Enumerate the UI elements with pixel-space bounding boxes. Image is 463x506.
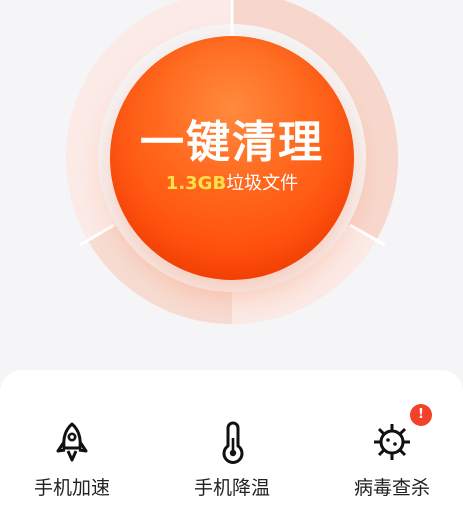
virus-icon	[374, 424, 410, 460]
junk-summary: 1.3GB垃圾文件	[110, 172, 354, 196]
rocket-icon	[56, 422, 88, 462]
cleaner-hero: 一键清理 1.3GB垃圾文件	[0, 0, 463, 370]
notification-badge: !	[410, 404, 432, 426]
thermometer-icon	[222, 421, 244, 464]
clean-action-label: 一键清理	[140, 117, 324, 168]
tool-label: 手机加速	[33, 477, 110, 499]
junk-size: 1.3GB	[165, 173, 227, 194]
tool-phone-boost[interactable]: 手机加速	[2, 420, 142, 500]
junk-label: 垃圾文件	[226, 173, 299, 194]
tool-label: 病毒查杀	[353, 477, 430, 499]
tool-virus-scan[interactable]: ! 病毒查杀	[322, 404, 462, 500]
tools-panel: 手机加速 手机降温 ! 病毒查杀	[0, 370, 463, 506]
tool-phone-cooling[interactable]: 手机降温	[162, 420, 302, 500]
tool-label: 手机降温	[193, 477, 270, 499]
one-click-clean-button[interactable]: 一键清理 1.3GB垃圾文件	[110, 36, 354, 280]
